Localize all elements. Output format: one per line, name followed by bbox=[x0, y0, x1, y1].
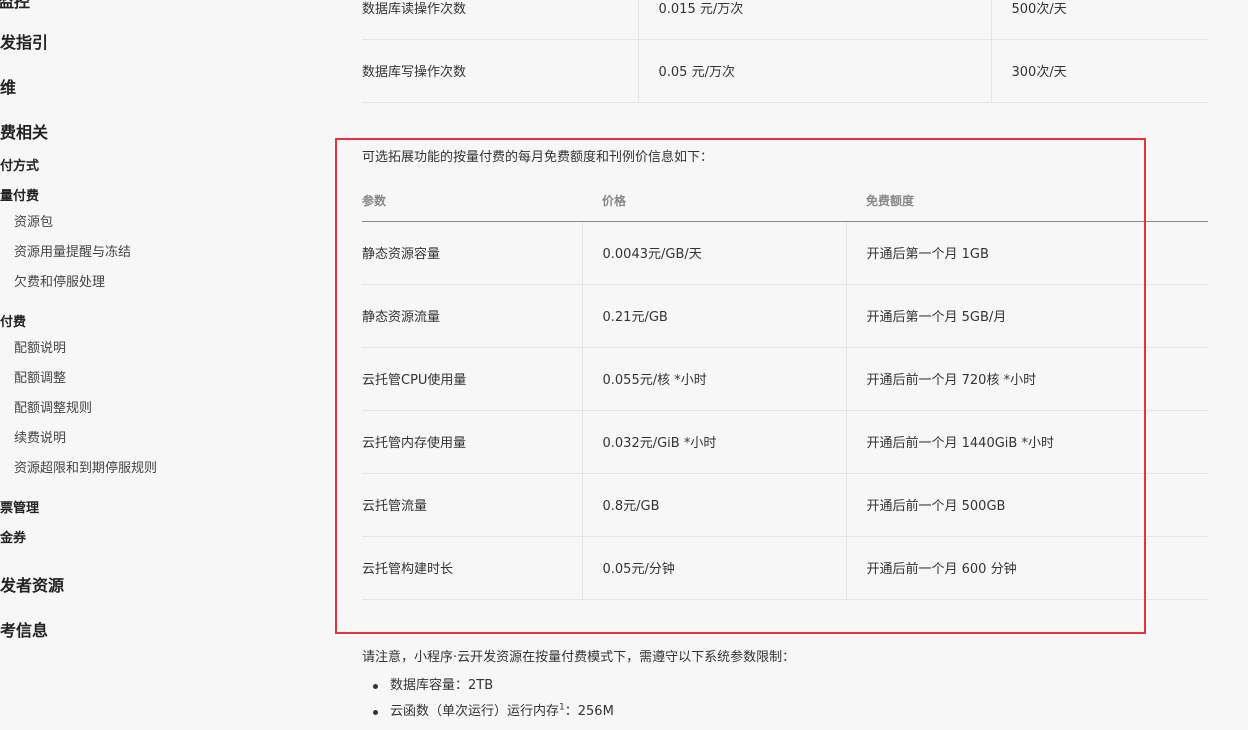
table-cell-param: 云托管构建时长 bbox=[362, 536, 582, 600]
table-row: 云托管构建时长 0.05元/分钟 开通后前一个月 600 分钟 bbox=[362, 536, 1208, 600]
table-row: 静态资源容量 0.0043元/GB/天 开通后第一个月 1GB bbox=[362, 221, 1208, 285]
sidebar-item-pay-as-you-go[interactable]: 按量付费 bbox=[0, 185, 39, 204]
sidebar-item-dev-resources[interactable]: 开发者资源 bbox=[0, 572, 64, 596]
table-cell-price: 0.05 元/万次 bbox=[637, 39, 991, 103]
sidebar-item-billing[interactable]: 计费相关 bbox=[0, 119, 48, 143]
table-row: 云托管内存使用量 0.032元/GiB *小时 开通后前一个月 1440GiB … bbox=[362, 410, 1208, 474]
table-cell-param: 静态资源容量 bbox=[362, 221, 582, 285]
page: 运维监控 开发指引 运维 计费相关 支付方式 按量付费 资源包 资源用量提醒与冻… bbox=[0, 0, 1248, 730]
sidebar-item-resource-pack[interactable]: 资源包 bbox=[14, 211, 53, 230]
sidebar-item-renewal[interactable]: 续费说明 bbox=[14, 427, 66, 446]
list-item: 云函数（单次运行）运行内存1：256M bbox=[362, 702, 614, 728]
table-cell-quota: 300次/天 bbox=[990, 39, 1208, 103]
table-cell-price: 0.032元/GiB *小时 bbox=[581, 410, 846, 474]
sidebar-item-overlimit-rules[interactable]: 资源超限和到期停服规则 bbox=[14, 457, 157, 476]
sidebar-item-monitoring[interactable]: 运维监控 bbox=[0, 0, 30, 12]
table-row: 静态资源流量 0.21元/GB 开通后第一个月 5GB/月 bbox=[362, 284, 1208, 348]
sidebar-item-quota-adjust[interactable]: 配额调整 bbox=[14, 367, 66, 386]
table-cell-quota: 500次/天 bbox=[990, 0, 1208, 40]
table-cell-param: 数据库写操作次数 bbox=[362, 39, 638, 103]
sidebar-item-reference[interactable]: 参考信息 bbox=[0, 617, 48, 641]
limit-text: 数据库容量：2TB bbox=[390, 678, 494, 693]
limit-value: ：256M bbox=[564, 704, 614, 719]
column-header-price: 价格 bbox=[582, 181, 846, 222]
extension-pricing-table: 参数 价格 免费额度 静态资源容量 0.0043元/GB/天 开通后第一个月 1… bbox=[362, 181, 1208, 600]
column-header-free-quota: 免费额度 bbox=[846, 181, 1208, 222]
extension-intro-text: 可选拓展功能的按量付费的每月免费额度和刊例价信息如下： bbox=[362, 150, 714, 165]
list-item: 数据库容量：2TB bbox=[362, 676, 614, 702]
table-row: 数据库写操作次数 0.05 元/万次 300次/天 bbox=[362, 39, 1208, 103]
limits-note-text: 请注意，小程序·云开发资源在按量付费模式下，需遵守以下系统参数限制： bbox=[362, 650, 796, 665]
sidebar-item-dev-guide[interactable]: 开发指引 bbox=[0, 29, 48, 53]
table-cell-quota: 开通后第一个月 1GB bbox=[845, 221, 1208, 285]
table-cell-quota: 开通后前一个月 720核 *小时 bbox=[845, 347, 1208, 411]
sidebar-item-quota-rules[interactable]: 配额调整规则 bbox=[14, 397, 92, 416]
table-row: 数据库读操作次数 0.015 元/万次 500次/天 bbox=[362, 0, 1208, 40]
limit-text: 云函数（单次运行）运行内存 bbox=[390, 704, 560, 719]
sidebar-item-voucher[interactable]: 代金券 bbox=[0, 527, 26, 546]
database-ops-table: 数据库读操作次数 0.015 元/万次 500次/天 数据库写操作次数 0.05… bbox=[362, 0, 1208, 103]
table-cell-param: 云托管内存使用量 bbox=[362, 410, 582, 474]
sidebar-item-overdue[interactable]: 欠费和停服处理 bbox=[14, 271, 105, 290]
table-header-row: 参数 价格 免费额度 bbox=[362, 181, 1208, 222]
table-cell-price: 0.21元/GB bbox=[581, 284, 846, 348]
table-cell-quota: 开通后第一个月 5GB/月 bbox=[845, 284, 1208, 348]
table-cell-price: 0.055元/核 *小时 bbox=[581, 347, 846, 411]
table-cell-quota: 开通后前一个月 600 分钟 bbox=[845, 536, 1208, 600]
table-cell-price: 0.8元/GB bbox=[581, 473, 846, 537]
sidebar-item-quota-desc[interactable]: 配额说明 bbox=[14, 337, 66, 356]
table-cell-price: 0.015 元/万次 bbox=[637, 0, 991, 40]
table-cell-quota: 开通后前一个月 500GB bbox=[845, 473, 1208, 537]
sidebar-nav: 运维监控 开发指引 运维 计费相关 支付方式 按量付费 资源包 资源用量提醒与冻… bbox=[0, 0, 330, 730]
table-cell-price: 0.0043元/GB/天 bbox=[581, 221, 846, 285]
table-cell-price: 0.05元/分钟 bbox=[581, 536, 846, 600]
table-cell-param: 云托管流量 bbox=[362, 473, 582, 537]
sidebar-item-invoice[interactable]: 发票管理 bbox=[0, 497, 39, 516]
table-row: 云托管CPU使用量 0.055元/核 *小时 开通后前一个月 720核 *小时 bbox=[362, 347, 1208, 411]
column-header-param: 参数 bbox=[362, 181, 582, 222]
limits-list: 数据库容量：2TB 云函数（单次运行）运行内存1：256M bbox=[362, 676, 614, 728]
table-cell-quota: 开通后前一个月 1440GiB *小时 bbox=[845, 410, 1208, 474]
table-cell-param: 云托管CPU使用量 bbox=[362, 347, 582, 411]
sidebar-item-payment-methods[interactable]: 支付方式 bbox=[0, 155, 39, 174]
sidebar-item-usage-alert[interactable]: 资源用量提醒与冻结 bbox=[14, 241, 131, 260]
table-row: 云托管流量 0.8元/GB 开通后前一个月 500GB bbox=[362, 473, 1208, 537]
table-cell-param: 数据库读操作次数 bbox=[362, 0, 638, 40]
table-cell-param: 静态资源流量 bbox=[362, 284, 582, 348]
sidebar-item-ops[interactable]: 运维 bbox=[0, 74, 16, 98]
sidebar-item-prepaid[interactable]: 预付费 bbox=[0, 311, 26, 330]
